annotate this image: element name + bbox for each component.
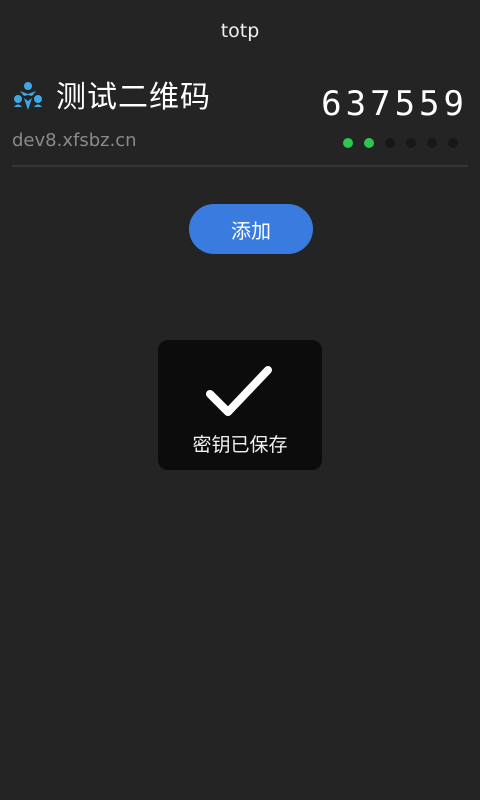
countdown-dot bbox=[427, 138, 437, 148]
countdown-dot bbox=[448, 138, 458, 148]
countdown-dot bbox=[343, 138, 353, 148]
countdown-dot bbox=[385, 138, 395, 148]
totp-entry[interactable]: 测试二维码 dev8.xfsbz.cn 637559 bbox=[12, 78, 468, 168]
people-logo-icon bbox=[14, 82, 42, 110]
saved-toast: 密钥已保存 bbox=[158, 340, 322, 470]
checkmark-icon bbox=[206, 366, 272, 416]
app-title: totp bbox=[220, 20, 260, 42]
otp-code: 637559 bbox=[321, 84, 468, 124]
toast-message: 密钥已保存 bbox=[192, 434, 288, 456]
divider bbox=[12, 165, 468, 167]
entry-name: 测试二维码 bbox=[56, 80, 211, 115]
entry-issuer: dev8.xfsbz.cn bbox=[12, 130, 137, 151]
countdown-indicator bbox=[343, 138, 458, 148]
countdown-dot bbox=[364, 138, 374, 148]
add-button[interactable]: 添加 bbox=[189, 204, 313, 254]
countdown-dot bbox=[406, 138, 416, 148]
